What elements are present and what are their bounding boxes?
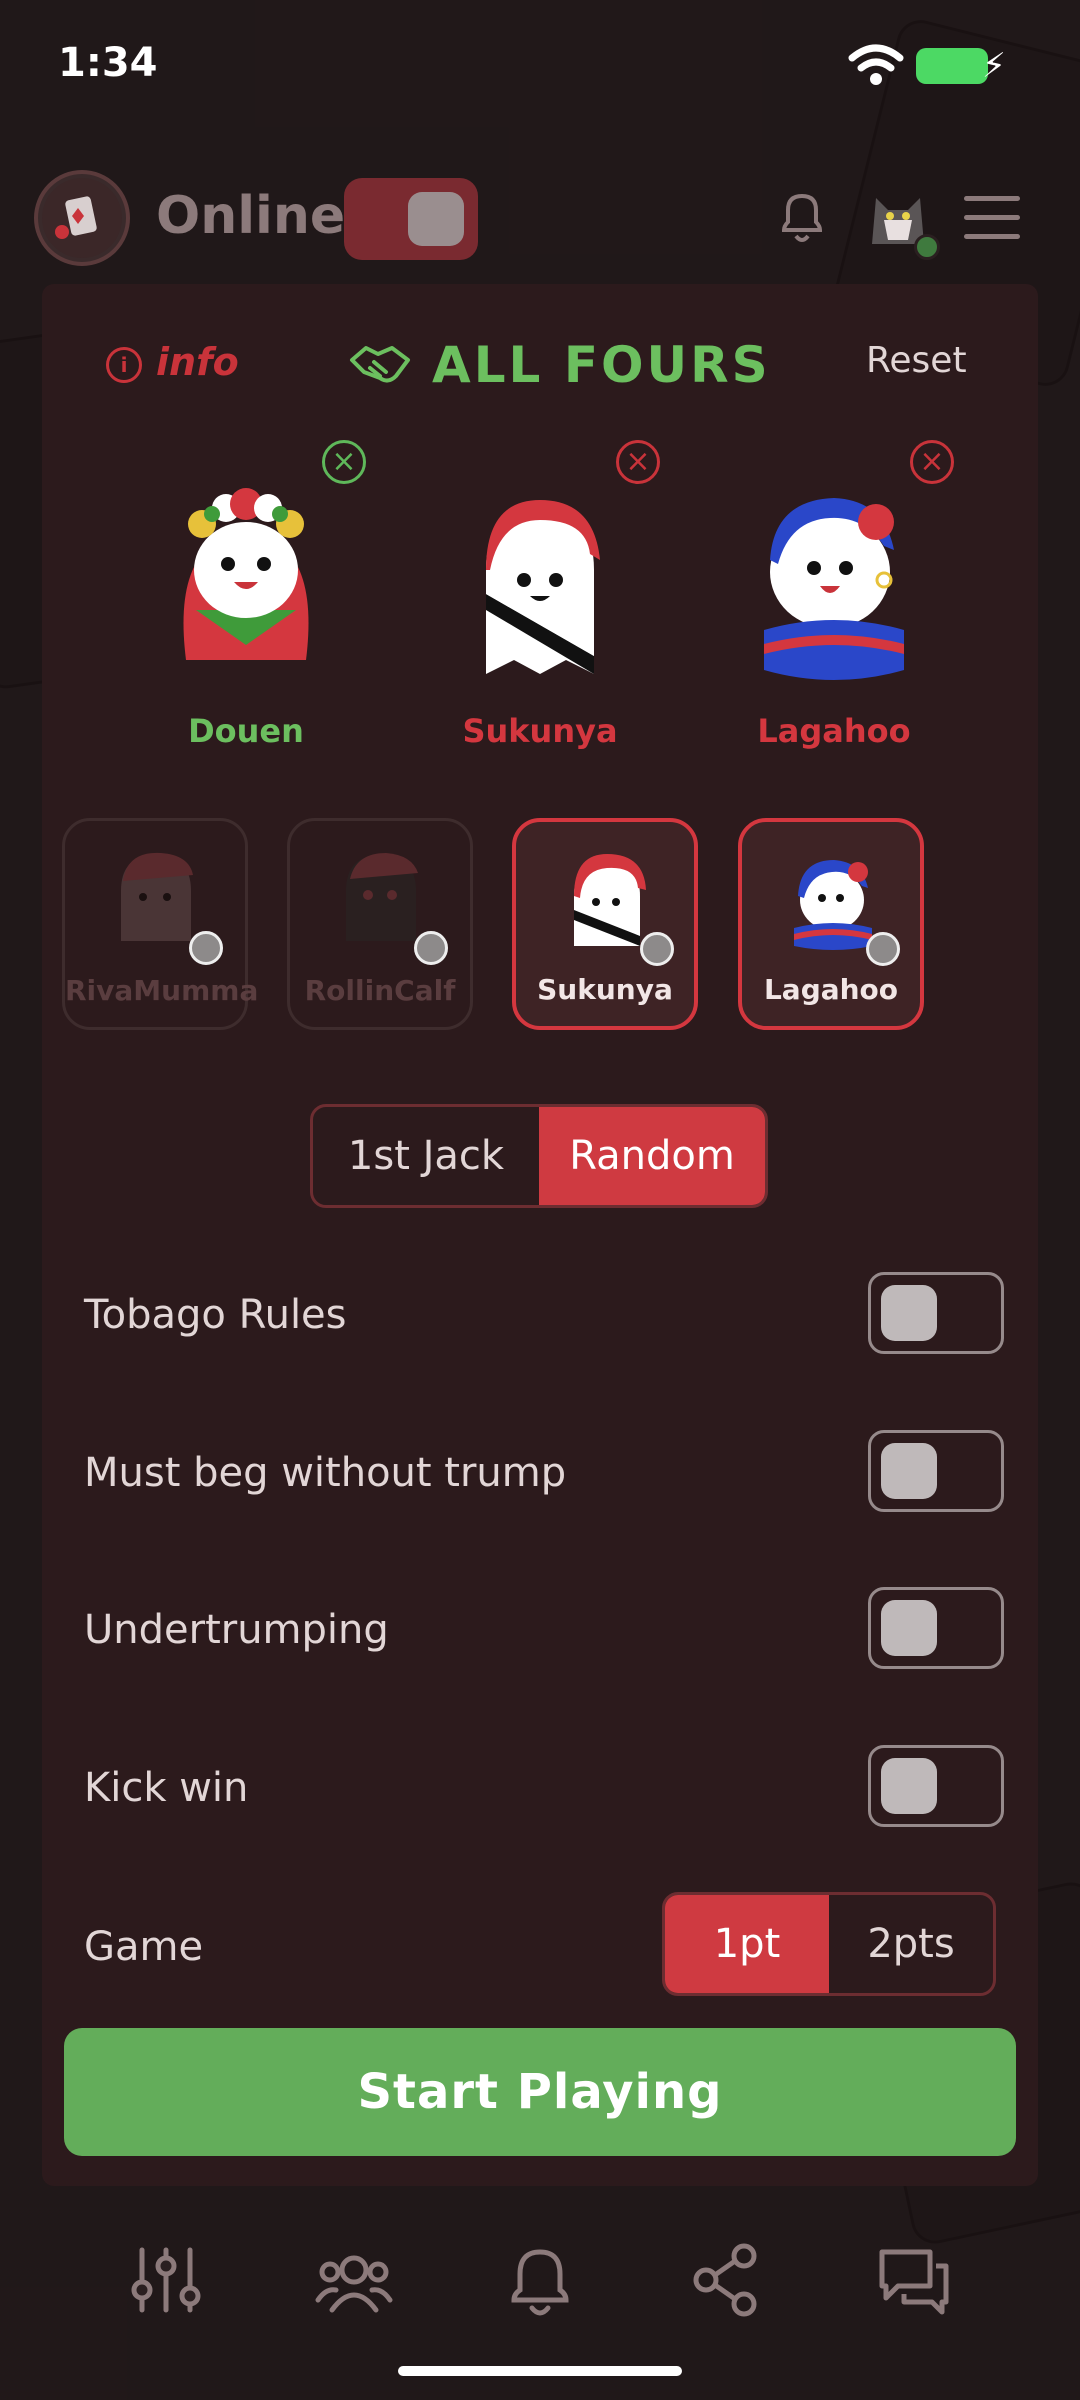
lagahoo-character-icon	[764, 498, 904, 680]
bot-badge-icon	[640, 932, 674, 966]
sukunya-character-icon	[486, 500, 600, 674]
bottom-navigation	[0, 2220, 1080, 2330]
rule-row-kick-win: Kick win	[84, 1745, 1004, 1835]
info-button[interactable]: i info	[106, 340, 239, 384]
rule-toggle[interactable]	[868, 1587, 1004, 1669]
charging-icon: ⚡	[982, 46, 1006, 86]
game-points-2pts[interactable]: 2pts	[829, 1895, 993, 1993]
online-status-dot	[914, 234, 940, 260]
logo-icon	[42, 178, 122, 258]
bot-badge-icon	[866, 932, 900, 966]
status-time: 1:34	[58, 40, 158, 86]
game-label: Game	[84, 1924, 204, 1970]
chat-icon[interactable]	[874, 2240, 954, 2320]
rule-label: Undertrumping	[84, 1607, 389, 1653]
wifi-icon	[848, 44, 904, 85]
remove-player-icon[interactable]: ×	[322, 440, 366, 484]
selected-player-douen[interactable]: × Douen	[126, 440, 366, 760]
profile-avatar[interactable]	[862, 180, 940, 260]
reset-button[interactable]: Reset	[866, 340, 967, 381]
settings-sliders-icon[interactable]	[126, 2240, 206, 2320]
deal-mode-segmented-control: 1st Jack Random	[310, 1104, 768, 1208]
handshake-icon	[350, 346, 410, 383]
deal-mode-random[interactable]: Random	[539, 1107, 765, 1205]
rule-row-undertrumping: Undertrumping	[84, 1587, 1004, 1677]
bell-icon[interactable]	[500, 2240, 580, 2320]
share-icon[interactable]	[686, 2240, 766, 2320]
deal-mode-first-jack[interactable]: 1st Jack	[313, 1107, 539, 1205]
player-name: Douen	[188, 712, 304, 750]
roster-name: Sukunya	[537, 973, 673, 1006]
home-indicator	[398, 2366, 682, 2376]
panel-title: ALL FOURS	[348, 330, 771, 400]
roster-chip-sukunya[interactable]: Sukunya	[512, 818, 698, 1030]
player-name: Lagahoo	[757, 712, 911, 750]
remove-player-icon[interactable]: ×	[616, 440, 660, 484]
panel-title-text: ALL FOURS	[432, 336, 771, 394]
roster-name: Lagahoo	[763, 973, 899, 1006]
players-icon[interactable]	[314, 2240, 394, 2320]
rule-toggle[interactable]	[868, 1745, 1004, 1827]
roster-chip-lagahoo[interactable]: Lagahoo	[738, 818, 924, 1030]
info-icon: i	[106, 346, 142, 383]
app-logo[interactable]	[34, 170, 130, 266]
rule-toggle[interactable]	[868, 1272, 1004, 1354]
start-playing-button[interactable]: Start Playing	[64, 2028, 1016, 2156]
rule-label: Tobago Rules	[84, 1292, 347, 1338]
roster-name: RollinCalf	[304, 974, 456, 1007]
douen-character-icon	[183, 488, 309, 660]
online-toggle-knob	[408, 192, 464, 246]
info-label: info	[156, 340, 239, 384]
notifications-bell-icon[interactable]	[774, 186, 830, 246]
roster-chip-rollincalf[interactable]: RollinCalf	[287, 818, 473, 1030]
roster-name: RivaMumma	[65, 974, 259, 1007]
hamburger-menu-icon[interactable]	[964, 196, 1020, 240]
toggle-knob	[881, 1443, 937, 1499]
rule-label: Kick win	[84, 1765, 249, 1811]
selected-player-lagahoo[interactable]: × Lagahoo	[714, 440, 954, 760]
bot-badge-icon	[189, 931, 223, 965]
online-toggle[interactable]	[344, 178, 478, 260]
selected-player-sukunya[interactable]: × Sukunya	[420, 440, 660, 760]
roster-chip-rivamumma[interactable]: RivaMumma	[62, 818, 259, 1030]
remove-player-icon[interactable]: ×	[910, 440, 954, 484]
toggle-knob	[881, 1600, 937, 1656]
game-points-segmented-control: 1pt 2pts	[662, 1892, 996, 1996]
game-points-1pt[interactable]: 1pt	[665, 1895, 829, 1993]
rule-row-must-beg: Must beg without trump	[84, 1430, 1004, 1520]
rule-toggle[interactable]	[868, 1430, 1004, 1512]
rule-label: Must beg without trump	[84, 1450, 567, 1496]
toggle-knob	[881, 1758, 937, 1814]
status-bar: 1:34 ⚡	[0, 0, 1080, 130]
player-name: Sukunya	[462, 712, 618, 750]
rule-row-tobago-rules: Tobago Rules	[84, 1272, 1004, 1362]
online-label: Online	[156, 186, 346, 246]
battery-icon	[916, 48, 988, 84]
toggle-knob	[881, 1285, 937, 1341]
bot-badge-icon	[414, 931, 448, 965]
